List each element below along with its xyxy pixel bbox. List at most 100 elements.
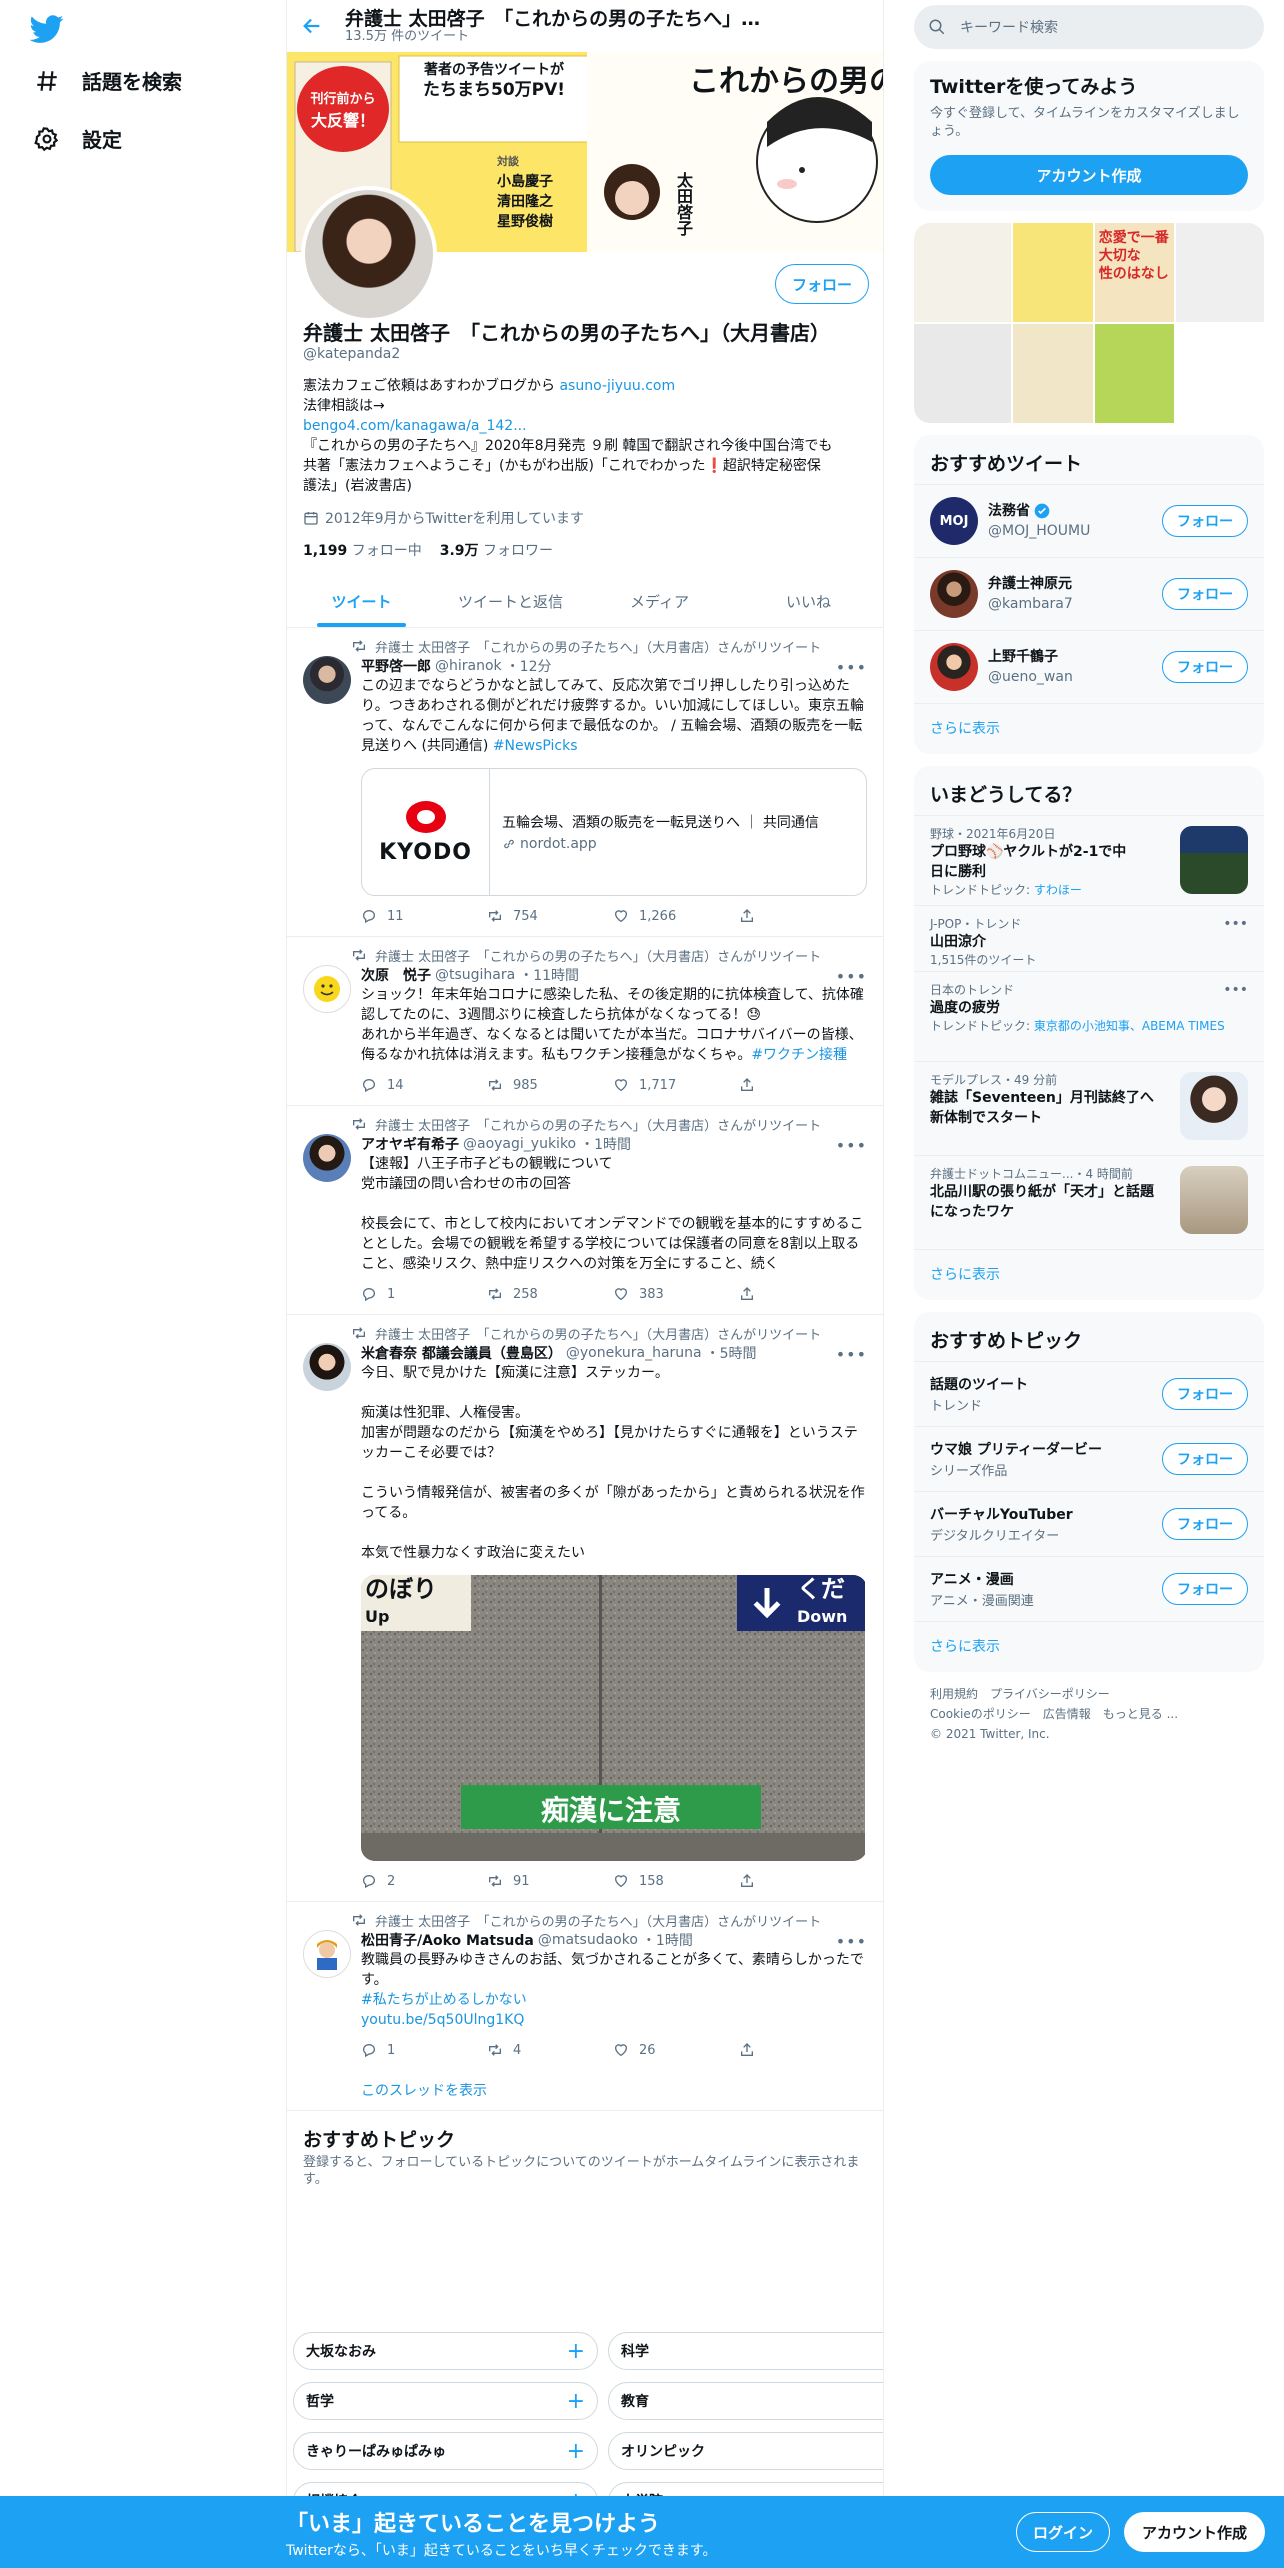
tweet-author-name[interactable]: 米倉春奈 都議会議員（豊島区） <box>361 1343 562 1363</box>
search-box[interactable]: キーワード検索 <box>914 5 1264 49</box>
footer-link-terms[interactable]: 利用規約 <box>930 1687 978 1701</box>
topic-item[interactable]: アニメ・漫画 アニメ・漫画関連 フォロー <box>914 1556 1264 1621</box>
topic-chip[interactable]: 大坂なおみ + <box>293 2332 598 2370</box>
media-thumb[interactable] <box>1176 223 1264 322</box>
trend-item[interactable]: モデルプレス・49 分前 雑誌「Seventeen」月刊誌終了へ 新体制でスター… <box>914 1061 1264 1155</box>
signup-button[interactable]: アカウント作成 <box>930 155 1248 195</box>
tweet-author-name[interactable]: 平野啓一郎 <box>361 656 431 676</box>
topic-chip[interactable]: きゃりーぱみゅぱみゅ + <box>293 2432 598 2470</box>
avatar[interactable] <box>303 656 351 704</box>
signup-button[interactable]: アカウント作成 <box>1124 2512 1266 2552</box>
retweet-button[interactable]: 985 <box>487 1077 613 1093</box>
profile-avatar[interactable] <box>301 186 437 322</box>
media-thumb[interactable] <box>914 223 1012 322</box>
tab-likes[interactable]: いいね <box>734 576 883 627</box>
tweet[interactable]: 弁護士 太田啓子 「これからの男の子たちへ」（大月書店）さんがリツイート •••… <box>287 1106 883 1315</box>
show-more-link[interactable]: さらに表示 <box>914 1621 1264 1672</box>
footer-link-more[interactable]: もっと見る ... <box>1103 1707 1178 1721</box>
avatar[interactable] <box>303 1134 351 1182</box>
footer-link-privacy[interactable]: プライバシーポリシー <box>990 1687 1110 1701</box>
tweet-time[interactable]: ・1時間 <box>580 1134 631 1154</box>
reply-button[interactable]: 2 <box>361 1873 487 1889</box>
topic-chip[interactable]: 科学 + <box>608 2332 883 2370</box>
retweet-button[interactable]: 4 <box>487 2042 613 2058</box>
tweet[interactable]: 弁護士 太田啓子 「これからの男の子たちへ」（大月書店）さんがリツイート •••… <box>287 1315 883 1902</box>
show-more-link[interactable]: さらに表示 <box>914 1249 1264 1300</box>
share-button[interactable] <box>739 2042 865 2058</box>
bio-link-blog[interactable]: asuno-jiyuu.com <box>559 378 675 394</box>
more-icon[interactable]: ••• <box>1223 982 1248 998</box>
share-button[interactable] <box>739 908 865 924</box>
trend-item[interactable]: 弁護士ドットコムニュー...・4 時間前 北品川駅の張り紙が「天才」と話題になっ… <box>914 1155 1264 1249</box>
footer-link-cookies[interactable]: Cookieのポリシー <box>930 1707 1031 1721</box>
avatar[interactable] <box>303 1343 351 1391</box>
share-button[interactable] <box>739 1077 865 1093</box>
reply-button[interactable]: 11 <box>361 908 487 924</box>
tweet-author-handle[interactable]: @tsugihara <box>435 967 515 983</box>
back-arrow-icon[interactable] <box>301 15 323 37</box>
follow-button[interactable]: フォロー <box>1162 1508 1248 1540</box>
more-icon[interactable]: ••• <box>836 658 867 677</box>
avatar[interactable]: MOJ <box>930 497 978 545</box>
youtube-link[interactable]: youtu.be/5q50Ulng1KQ <box>361 2012 524 2028</box>
media-thumb[interactable] <box>1013 223 1093 322</box>
footer-link-ads[interactable]: 広告情報 <box>1043 1707 1091 1721</box>
suggested-account[interactable]: 上野千鶴子 @ueno_wan フォロー <box>914 630 1264 703</box>
search-input[interactable]: キーワード検索 <box>960 17 1058 37</box>
hashtag-link[interactable]: #NewsPicks <box>493 738 578 754</box>
link-card[interactable]: KYODO 五輪会場、酒類の販売を一転見送りへ ｜ 共同通信 nordot.ap… <box>361 768 867 896</box>
retweet-button[interactable]: 754 <box>487 908 613 924</box>
hashtag-link[interactable]: #ワクチン接種 <box>751 1047 847 1063</box>
share-button[interactable] <box>739 1286 865 1302</box>
tweet-time[interactable]: ・1時間 <box>642 1930 693 1950</box>
topic-chip[interactable]: 教育 + <box>608 2382 883 2420</box>
nav-settings[interactable]: 設定 <box>34 124 122 153</box>
nav-explore[interactable]: 話題を検索 <box>34 66 182 95</box>
tweet-author-handle[interactable]: @hiranok <box>435 658 502 674</box>
topic-chip[interactable]: オリンピック + <box>608 2432 883 2470</box>
trend-item[interactable]: 野球・2021年6月20日 プロ野球⚾ヤクルトが2-1で中日に勝利 トレンドトピ… <box>914 815 1264 905</box>
following-link[interactable]: 1,199 フォロー中 <box>303 540 422 560</box>
tweet[interactable]: 弁護士 太田啓子 「これからの男の子たちへ」（大月書店）さんがリツイート •••… <box>287 628 883 937</box>
more-icon[interactable]: ••• <box>1223 916 1248 932</box>
follow-button[interactable]: フォロー <box>1162 505 1248 537</box>
show-more-link[interactable]: さらに表示 <box>914 703 1264 754</box>
login-button[interactable]: ログイン <box>1016 2512 1111 2552</box>
trend-item[interactable]: J-POP・トレンド 山田涼介 1,515件のツイート ••• <box>914 905 1264 971</box>
media-thumb[interactable] <box>1013 324 1093 423</box>
topic-item[interactable]: 話題のツイート トレンド フォロー <box>914 1361 1264 1426</box>
reply-button[interactable]: 14 <box>361 1077 487 1093</box>
tweet-author-handle[interactable]: @aoyagi_yukiko <box>463 1136 576 1152</box>
more-icon[interactable]: ••• <box>836 1345 867 1364</box>
trend-item[interactable]: 日本のトレンド 過度の疲労 トレンドトピック: 東京都の小池知事、ABEMA T… <box>914 971 1264 1061</box>
avatar[interactable] <box>930 570 978 618</box>
tweet-author-handle[interactable]: @matsudaoko <box>538 1932 638 1948</box>
like-button[interactable]: 1,266 <box>613 908 739 924</box>
reply-button[interactable]: 1 <box>361 1286 487 1302</box>
tab-tweets-replies[interactable]: ツイートと返信 <box>436 576 585 627</box>
topic-chip[interactable]: 哲学 + <box>293 2382 598 2420</box>
trend-topic-link[interactable]: 東京都の小池知事、ABEMA TIMES <box>1034 1019 1225 1033</box>
tweet[interactable]: 弁護士 太田啓子 「これからの男の子たちへ」（大月書店）さんがリツイート •••… <box>287 1902 883 2111</box>
tweet-author-name[interactable]: 次原 悦子 <box>361 965 431 985</box>
like-button[interactable]: 158 <box>613 1873 739 1889</box>
like-button[interactable]: 1,717 <box>613 1077 739 1093</box>
follow-button[interactable]: フォロー <box>1162 1573 1248 1605</box>
avatar[interactable] <box>303 1930 351 1978</box>
followers-link[interactable]: 3.9万 フォロワー <box>440 540 553 560</box>
tweet-photo[interactable]: のぼり Up くだ Down 痴漢に注意 <box>361 1575 867 1861</box>
retweet-button[interactable]: 258 <box>487 1286 613 1302</box>
avatar[interactable] <box>303 965 351 1013</box>
show-thread-link[interactable]: このスレッドを表示 <box>361 2080 867 2100</box>
tweet-author-name[interactable]: アオヤギ有希子 <box>361 1134 459 1154</box>
more-icon[interactable]: ••• <box>836 1136 867 1155</box>
follow-button[interactable]: フォロー <box>774 264 869 304</box>
suggested-account[interactable]: MOJ 法務省 @MOJ_HOUMU フォロー <box>914 484 1264 557</box>
suggested-account[interactable]: 弁護士神原元 @kambara7 フォロー <box>914 557 1264 630</box>
tweet-time[interactable]: ・12分 <box>506 656 552 676</box>
tweet-time[interactable]: ・11時間 <box>519 965 579 985</box>
twitter-bird-icon[interactable] <box>30 12 64 46</box>
like-button[interactable]: 383 <box>613 1286 739 1302</box>
tweet[interactable]: 弁護士 太田啓子 「これからの男の子たちへ」（大月書店）さんがリツイート •••… <box>287 937 883 1106</box>
follow-button[interactable]: フォロー <box>1162 578 1248 610</box>
